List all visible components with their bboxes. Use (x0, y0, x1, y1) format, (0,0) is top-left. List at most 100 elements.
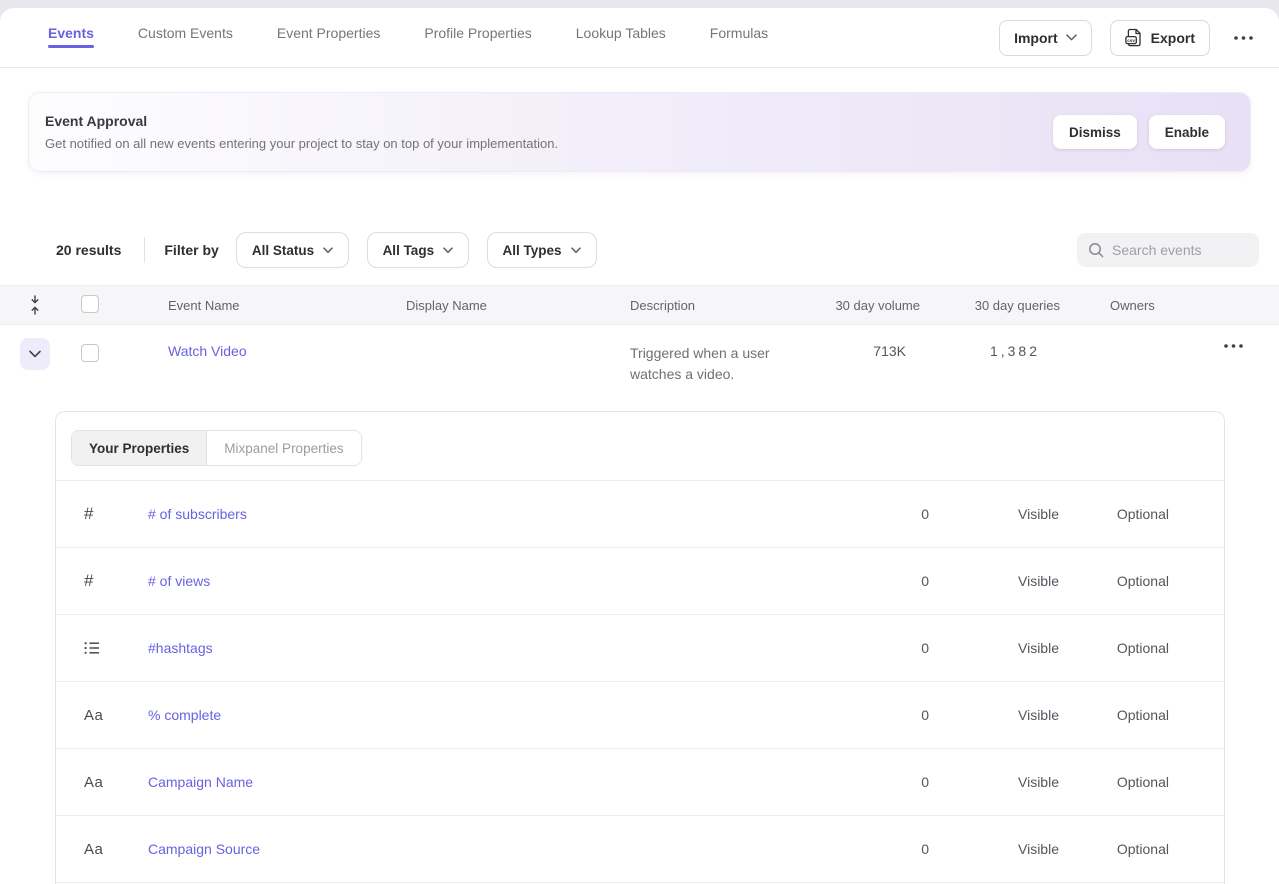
nav-tab[interactable]: Formulas (710, 8, 768, 67)
property-value: 0 (809, 707, 929, 723)
ellipsis-icon (1224, 344, 1243, 348)
nav-tab-label: Formulas (710, 25, 768, 41)
filter-dropdown-label: All Tags (383, 243, 435, 258)
property-requirement: Optional (1059, 707, 1169, 723)
col-30-day-queries: 30 day queries (920, 298, 1060, 313)
property-visibility: Visible (929, 573, 1059, 589)
property-value: 0 (809, 506, 929, 522)
svg-text:csv: csv (1127, 38, 1135, 43)
property-value: 0 (809, 640, 929, 656)
number-type-icon: # (84, 504, 148, 524)
search-box[interactable] (1077, 233, 1259, 267)
property-requirement: Optional (1059, 506, 1169, 522)
event-approval-banner: Event Approval Get notified on all new e… (28, 92, 1251, 172)
property-value: 0 (809, 841, 929, 857)
row-checkbox[interactable] (81, 344, 99, 362)
property-requirement: Optional (1059, 573, 1169, 589)
event-properties-panel: Your Properties Mixpanel Properties # # … (55, 411, 1225, 884)
search-icon (1088, 242, 1104, 258)
properties-tab-label: Mixpanel Properties (224, 441, 343, 456)
nav-tab-label: Event Properties (277, 25, 381, 41)
property-name-link[interactable]: % complete (148, 707, 221, 723)
property-name-link[interactable]: #hashtags (148, 640, 213, 656)
event-row-watch-video: Watch Video Triggered when a user watche… (0, 325, 1279, 398)
property-row: Aa Campaign Source 0 Visible Optional (56, 816, 1224, 883)
property-visibility: Visible (929, 640, 1059, 656)
events-table-header: Event Name Display Name Description 30 d… (0, 285, 1279, 325)
number-type-icon: # (84, 571, 148, 591)
chevron-down-icon (29, 350, 41, 358)
property-value: 0 (809, 774, 929, 790)
export-label: Export (1151, 30, 1195, 46)
chevron-down-icon (571, 247, 581, 254)
import-button[interactable]: Import (999, 20, 1092, 56)
lexicon-app: Events Custom Events Event Properties Pr… (0, 8, 1279, 884)
property-requirement: Optional (1059, 841, 1169, 857)
filter-dropdown[interactable]: All Tags (367, 232, 470, 268)
list-type-icon (84, 641, 148, 655)
property-row: # # of subscribers 0 Visible Optional (56, 481, 1224, 548)
property-row: #hashtags 0 Visible Optional (56, 615, 1224, 682)
collapse-all-icon[interactable] (0, 295, 70, 315)
filter-dropdown-label: All Status (252, 243, 314, 258)
properties-tab[interactable]: Mixpanel Properties (207, 431, 360, 465)
row-more-options-button[interactable] (1218, 340, 1249, 352)
filter-dropdown[interactable]: All Types (487, 232, 597, 268)
collapse-row-button[interactable] (20, 338, 50, 370)
nav-tab-label: Profile Properties (424, 25, 531, 41)
nav-tab[interactable]: Events (48, 8, 94, 67)
banner-actions: Dismiss Enable (1053, 115, 1225, 149)
text-type-icon: Aa (84, 774, 148, 791)
panel-tabs-header: Your Properties Mixpanel Properties (56, 412, 1224, 481)
text-type-icon: Aa (84, 841, 148, 858)
enable-button[interactable]: Enable (1149, 115, 1225, 149)
more-options-button[interactable] (1228, 32, 1259, 44)
event-name-link[interactable]: Watch Video (168, 343, 247, 359)
search-input[interactable] (1112, 242, 1248, 258)
property-visibility: Visible (929, 774, 1059, 790)
property-requirement: Optional (1059, 774, 1169, 790)
property-name-link[interactable]: # of subscribers (148, 506, 247, 522)
nav-tab-label: Events (48, 25, 94, 41)
nav-tab[interactable]: Custom Events (138, 8, 233, 67)
filter-dropdown[interactable]: All Status (236, 232, 349, 268)
property-name-link[interactable]: Campaign Source (148, 841, 260, 857)
properties-tab[interactable]: Your Properties (72, 431, 207, 465)
chevron-down-icon (1066, 34, 1077, 41)
filter-by-label: Filter by (164, 242, 218, 258)
results-count: 20 results (56, 242, 121, 258)
property-row: Aa Campaign Name 0 Visible Optional (56, 749, 1224, 816)
nav-tab[interactable]: Event Properties (277, 8, 381, 67)
property-name-link[interactable]: Campaign Name (148, 774, 253, 790)
property-row: Aa % complete 0 Visible Optional (56, 682, 1224, 749)
top-nav-bar: Events Custom Events Event Properties Pr… (0, 8, 1279, 68)
nav-tabs: Events Custom Events Event Properties Pr… (48, 8, 999, 67)
property-visibility: Visible (929, 841, 1059, 857)
nav-tab[interactable]: Profile Properties (424, 8, 531, 67)
property-visibility: Visible (929, 707, 1059, 723)
csv-file-icon: csv (1125, 28, 1143, 47)
property-name-link[interactable]: # of views (148, 573, 210, 589)
nav-tab-label: Lookup Tables (576, 25, 666, 41)
queries-cell: 1,382 (920, 343, 1060, 359)
properties-tab-label: Your Properties (89, 441, 189, 456)
properties-tab-control: Your Properties Mixpanel Properties (71, 430, 362, 466)
properties-list: # # of subscribers 0 Visible Optional # … (56, 481, 1224, 883)
property-visibility: Visible (929, 506, 1059, 522)
filter-dropdowns: All Status All Tags All Types (236, 232, 610, 268)
filter-dropdown-label: All Types (503, 243, 562, 258)
banner-text: Event Approval Get notified on all new e… (45, 113, 1053, 151)
select-all-checkbox[interactable] (81, 295, 99, 313)
nav-tab[interactable]: Lookup Tables (576, 8, 666, 67)
banner-title: Event Approval (45, 113, 1053, 129)
dismiss-button[interactable]: Dismiss (1053, 115, 1137, 149)
col-description: Description (630, 298, 810, 313)
export-button[interactable]: csv Export (1110, 20, 1210, 56)
ellipsis-icon (1234, 36, 1253, 40)
col-display-name: Display Name (406, 298, 630, 313)
volume-cell: 713K (810, 343, 920, 359)
divider (144, 237, 145, 263)
text-type-icon: Aa (84, 707, 148, 724)
col-owners: Owners (1060, 298, 1190, 313)
import-label: Import (1014, 30, 1058, 46)
